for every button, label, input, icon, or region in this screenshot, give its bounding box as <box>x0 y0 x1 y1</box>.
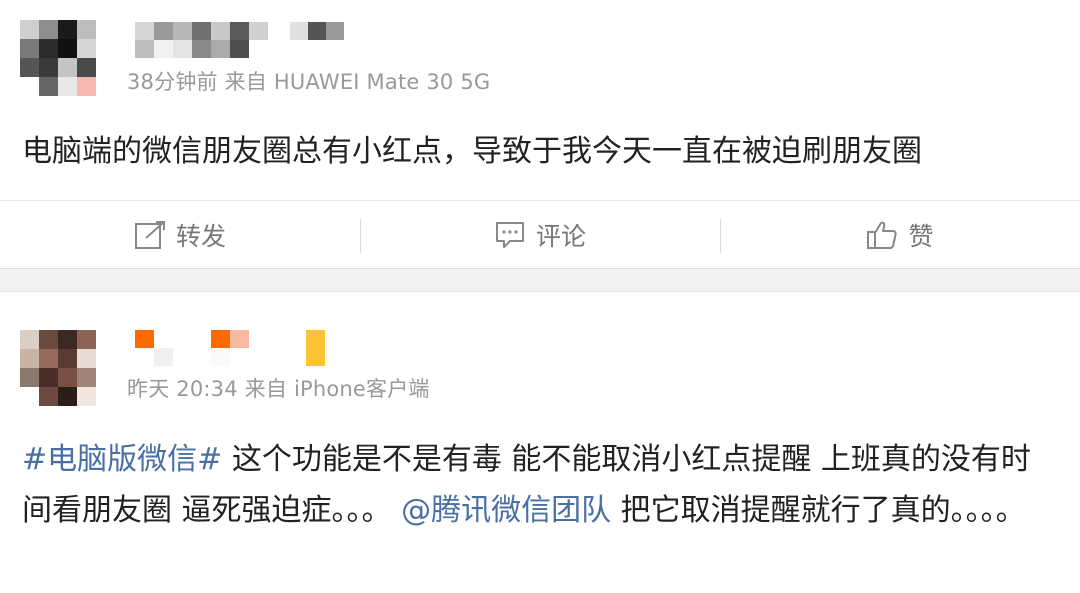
comment-icon <box>495 222 524 248</box>
avatar[interactable] <box>20 330 96 406</box>
post-text-part2: 把它取消提醒就行了真的。。。。 <box>611 493 1026 528</box>
like-button[interactable]: 赞 <box>720 201 1080 269</box>
share-icon <box>134 221 165 249</box>
comment-button[interactable]: 评论 <box>360 201 720 269</box>
avatar[interactable] <box>20 20 96 96</box>
repost-button[interactable]: 转发 <box>0 201 360 269</box>
action-bar: 转发 评论 赞 <box>0 200 1080 269</box>
post-meta: 38分钟前 来自 HUAWEI Mate 30 5G <box>127 70 491 94</box>
like-label: 赞 <box>908 222 934 251</box>
feed-separator <box>0 269 1080 292</box>
thumbs-up-icon <box>867 221 898 249</box>
comment-label: 评论 <box>535 222 586 251</box>
post-text: 电脑端的微信朋友圈总有小红点，导致于我今天一直在被迫刷朋友圈 <box>22 134 922 169</box>
username[interactable] <box>135 22 268 58</box>
topic-link[interactable]: #电脑版微信# <box>22 442 222 477</box>
post-meta: 昨天 20:34 来自 iPhone客户端 <box>127 377 430 401</box>
username-badge <box>290 22 344 40</box>
mention-link[interactable]: @腾讯微信团队 <box>401 493 611 528</box>
username[interactable] <box>135 330 325 366</box>
repost-label: 转发 <box>175 222 226 251</box>
post-card-1: 38分钟前 来自 HUAWEI Mate 30 5G 电脑端的微信朋友圈总有小红… <box>0 0 1080 269</box>
post-card-2: 昨天 20:34 来自 iPhone客户端 #电脑版微信# 这个功能是不是有毒 … <box>0 292 1080 593</box>
post-text: #电脑版微信# 这个功能是不是有毒 能不能取消小红点提醒 上班真的没有时间看朋友… <box>22 434 1060 536</box>
